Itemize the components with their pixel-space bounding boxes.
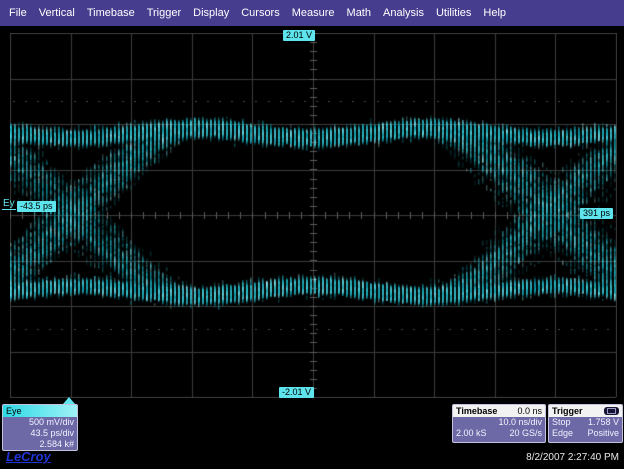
menu-file[interactable]: File (4, 7, 32, 19)
menu-math[interactable]: Math (342, 7, 376, 19)
timebase-offset: 0.0 ns (517, 405, 542, 417)
menu-timebase[interactable]: Timebase (82, 7, 140, 19)
menu-help[interactable]: Help (478, 7, 511, 19)
eye-panel-header: Eye (3, 405, 77, 417)
trace-position-marker (63, 397, 75, 404)
eye-vdiv: 500 mV/div (29, 417, 74, 428)
timebase-panel[interactable]: Timebase 0.0 ns 10.0 ns/div 2.00 kS 20 G… (452, 404, 546, 443)
timebase-tdiv: 10.0 ns/div (498, 417, 542, 428)
menu-vertical[interactable]: Vertical (34, 7, 80, 19)
oscilloscope-screen: File Vertical Timebase Trigger Display C… (0, 0, 624, 469)
menu-cursors[interactable]: Cursors (236, 7, 285, 19)
trigger-slope: Positive (587, 428, 619, 439)
eye-descriptor-panel[interactable]: Eye 500 mV/div 43.5 ps/div 2.584 k# (2, 404, 78, 451)
trigger-source-icon (604, 407, 619, 415)
menu-display[interactable]: Display (188, 7, 234, 19)
trigger-mode: Stop (552, 417, 571, 428)
menu-utilities[interactable]: Utilities (431, 7, 476, 19)
trigger-title: Trigger (552, 405, 583, 417)
menu-measure[interactable]: Measure (287, 7, 340, 19)
lecroy-logo: LeCroy (6, 449, 51, 464)
clock-timestamp: 8/2/2007 2:27:40 PM (526, 452, 619, 463)
timebase-panel-header: Timebase 0.0 ns (453, 405, 545, 417)
top-voltage-label: 2.01 V (283, 30, 315, 41)
menu-bar: File Vertical Timebase Trigger Display C… (0, 0, 624, 26)
left-time-label: -43.5 ps (17, 201, 56, 212)
trigger-type: Edge (552, 428, 573, 439)
trigger-panel[interactable]: Trigger Stop 1.758 V Edge Positive (548, 404, 623, 443)
eye-hdiv: 43.5 ps/div (30, 428, 74, 439)
trigger-level: 1.758 V (588, 417, 619, 428)
timebase-samplerate: 20 GS/s (509, 428, 542, 439)
menu-analysis[interactable]: Analysis (378, 7, 429, 19)
right-time-label: 391 ps (580, 208, 613, 219)
trigger-panel-header: Trigger (549, 405, 622, 417)
timebase-samples: 2.00 kS (456, 428, 487, 439)
menu-trigger[interactable]: Trigger (142, 7, 186, 19)
timebase-title: Timebase (456, 405, 497, 417)
channel-label: Ey (2, 199, 16, 210)
bottom-voltage-label: -2.01 V (279, 387, 314, 398)
waveform-grid (10, 33, 617, 398)
eye-panel-title: Eye (6, 405, 22, 417)
